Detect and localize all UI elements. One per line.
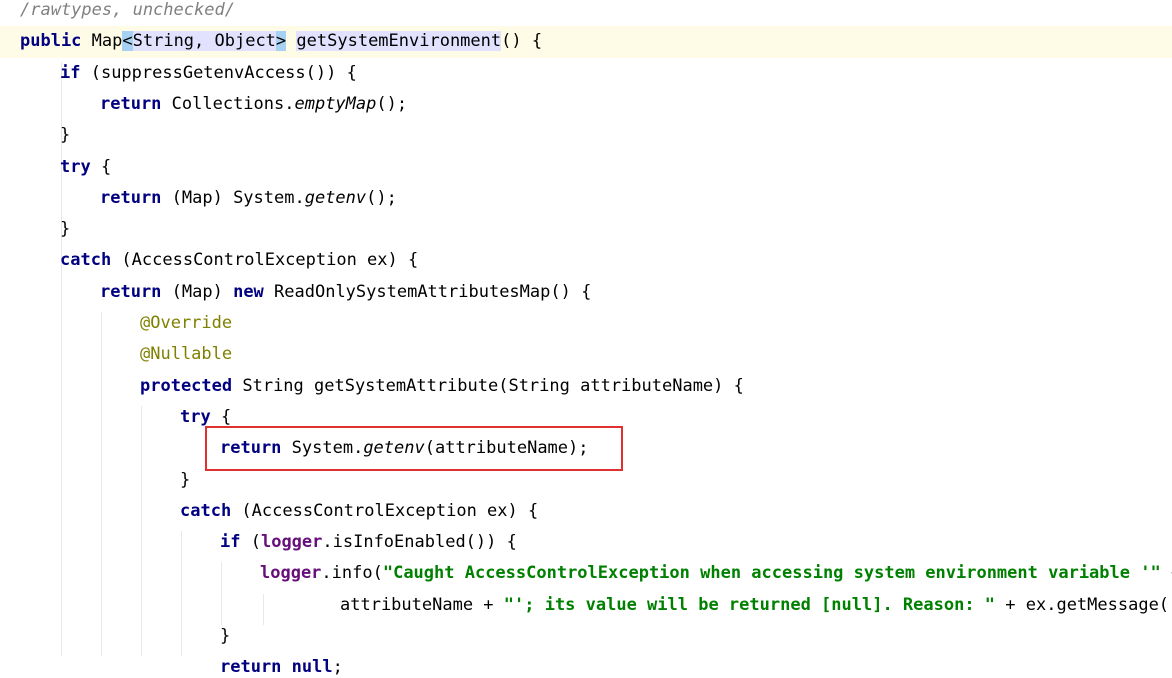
code-line[interactable]: }: [0, 621, 1172, 652]
code-line[interactable]: return (Map) System.getenv();: [0, 183, 1172, 214]
code-token: (AccessControlException ex) {: [111, 250, 419, 271]
code-token: getSystemEnvironment: [296, 31, 502, 52]
code-token: }: [180, 469, 191, 490]
code-token: +: [1161, 563, 1172, 583]
code-token: .info(: [321, 563, 383, 584]
code-token: if: [60, 62, 81, 83]
code-line[interactable]: @Nullable: [0, 339, 1172, 370]
code-token: String, Object: [132, 31, 276, 52]
code-token: () {: [501, 31, 543, 52]
code-line[interactable]: @Override: [0, 308, 1172, 339]
code-token: ;: [332, 657, 343, 678]
code-token: "'; its value will be returned [null]. R…: [503, 594, 996, 615]
code-token: (Map) System.: [161, 187, 305, 208]
code-token: null: [291, 657, 333, 678]
code-token: Map: [81, 31, 123, 52]
code-editor[interactable]: /rawtypes, unchecked/public Map<String, …: [0, 0, 1172, 678]
code-token: @Override: [140, 313, 233, 333]
code-line[interactable]: }: [0, 214, 1172, 245]
code-line[interactable]: }: [0, 120, 1172, 151]
code-line[interactable]: attributeName + "'; its value will be re…: [0, 590, 1172, 621]
code-token: (suppressGetenvAccess()) {: [80, 62, 357, 83]
code-token: String getSystemAttribute(String attribu…: [232, 375, 744, 396]
code-token: /rawtypes, unchecked/: [20, 0, 235, 20]
code-token: return: [220, 657, 282, 678]
code-token: try: [60, 156, 91, 177]
code-token: <: [122, 31, 133, 52]
code-token: ();: [366, 187, 397, 208]
code-token: ReadOnlySystemAttributesMap() {: [263, 281, 592, 302]
code-token: emptyMap: [294, 93, 377, 114]
code-token: (: [240, 532, 261, 553]
code-token: }: [60, 219, 71, 240]
code-token: return: [100, 187, 162, 208]
code-token: attributeName +: [340, 594, 504, 615]
code-token: .isInfoEnabled()) {: [322, 532, 517, 553]
code-line[interactable]: try {: [0, 152, 1172, 183]
code-token: + ex.getMessage()): [995, 594, 1172, 615]
code-token: @Nullable: [140, 344, 233, 365]
code-token: ();: [376, 93, 408, 114]
code-token: (AccessControlException ex) {: [231, 500, 539, 521]
code-token: logger: [260, 532, 323, 553]
highlight-box: [205, 426, 623, 471]
code-line[interactable]: protected String getSystemAttribute(Stri…: [0, 371, 1172, 402]
code-line[interactable]: public Map<String, Object> getSystemEnvi…: [0, 26, 1172, 58]
code-line[interactable]: return Collections.emptyMap();: [0, 89, 1172, 120]
code-line[interactable]: if (suppressGetenvAccess()) {: [0, 58, 1172, 89]
code-line[interactable]: logger.info("Caught AccessControlExcepti…: [0, 558, 1172, 589]
code-token: {: [90, 156, 112, 177]
code-token: "Caught AccessControlException when acce…: [382, 563, 1161, 584]
code-token: {: [210, 406, 232, 427]
code-token: (Map): [161, 281, 234, 302]
code-token: }: [220, 626, 231, 646]
code-line[interactable]: catch (AccessControlException ex) {: [0, 496, 1172, 527]
code-line[interactable]: /rawtypes, unchecked/: [0, 0, 1172, 26]
code-token: if: [220, 532, 241, 553]
code-token: return: [100, 93, 162, 114]
code-token: new: [233, 281, 264, 302]
code-token: Collections.: [161, 93, 295, 114]
code-token: return: [100, 281, 162, 302]
code-line[interactable]: if (logger.isInfoEnabled()) {: [0, 527, 1172, 558]
code-token: >: [275, 31, 287, 52]
code-token: catch: [180, 500, 232, 521]
code-token: public: [20, 31, 82, 52]
code-token: }: [60, 125, 71, 146]
code-token: catch: [60, 250, 112, 271]
code-token: getenv: [304, 187, 367, 208]
code-token: try: [180, 406, 211, 427]
code-line[interactable]: catch (AccessControlException ex) {: [0, 245, 1172, 276]
code-line[interactable]: return null;: [0, 652, 1172, 678]
code-token: protected: [140, 375, 233, 396]
code-line[interactable]: return (Map) new ReadOnlySystemAttribute…: [0, 277, 1172, 308]
code-token: logger: [260, 563, 322, 584]
